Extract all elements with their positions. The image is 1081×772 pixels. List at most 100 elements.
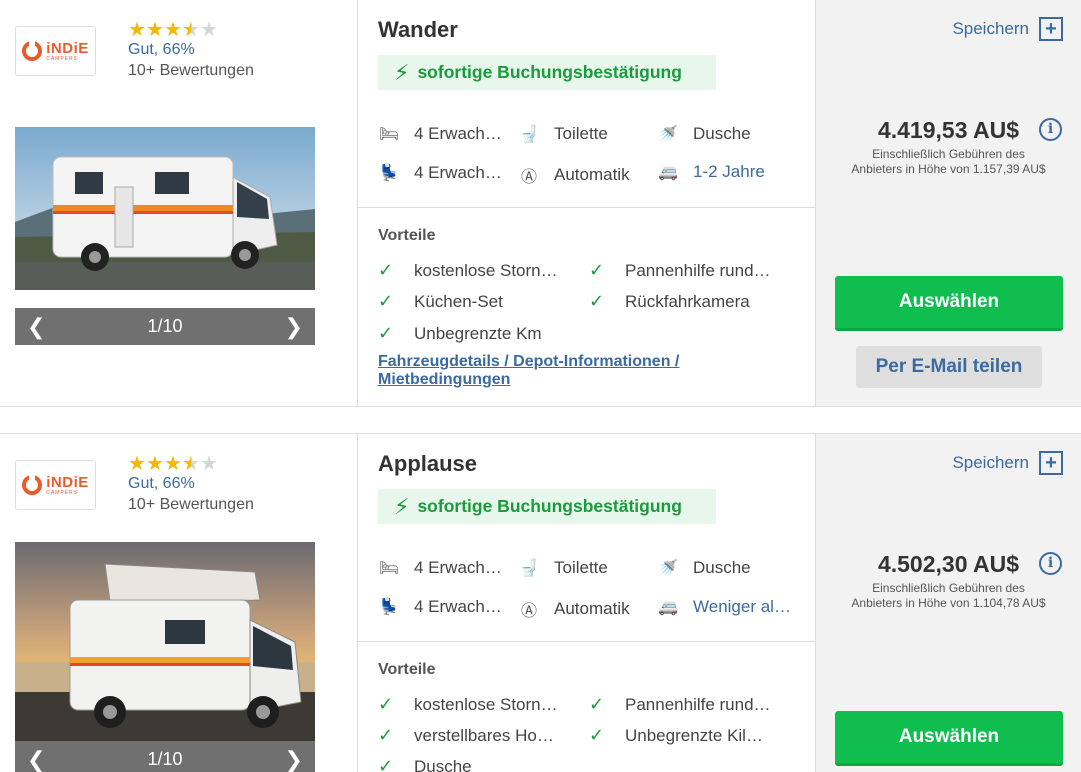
toilet-icon: 🚽 bbox=[519, 126, 539, 143]
advantage-item: ✓ Pannenhilfe rund… bbox=[589, 694, 771, 714]
chevron-left-icon[interactable]: ❮ bbox=[27, 314, 45, 340]
fee-note: Einschließlich Gebühren des Anbieters in… bbox=[851, 147, 1046, 176]
check-icon: ✓ bbox=[378, 725, 394, 745]
advantage-item: ✓ Unbegrenzte Kil… bbox=[589, 725, 763, 745]
feature-shower: 🚿 Dusche bbox=[658, 124, 751, 143]
vendor-logo-text: iNDiE bbox=[46, 473, 89, 491]
vehicle-photo[interactable] bbox=[15, 127, 315, 290]
card-gap bbox=[0, 407, 1081, 433]
vendor-logo: iNDiE CAMPERS bbox=[15, 26, 96, 76]
vehicle-details-link[interactable]: Fahrzeugdetails / Depot-Informationen / … bbox=[378, 353, 738, 389]
vendor-logo-text: iNDiE bbox=[46, 39, 89, 57]
seat-icon: 💺 bbox=[379, 165, 399, 182]
listing-card: iNDiE CAMPERS ★★★★★ Gut, 66% 10+ Bewertu… bbox=[0, 0, 1081, 407]
listing-details-column: Wander ⚡ sofortige Buchungsbestätigung 🛏… bbox=[357, 0, 817, 406]
rating-stars: ★★★★★ bbox=[128, 454, 218, 474]
advantage-item: ✓ Rückfahrkamera bbox=[589, 291, 750, 311]
rating-label: Gut, 66% bbox=[128, 475, 195, 492]
instant-booking-label: sofortige Buchungsbestätigung bbox=[417, 62, 682, 82]
listing-price-column: Speichern + 4.502,30 AU$ i Einschließlic… bbox=[816, 434, 1081, 772]
reviews-count: 10+ Bewertungen bbox=[128, 496, 254, 513]
feature-toilet: 🚽 Toilette bbox=[519, 124, 608, 143]
save-label: Speichern bbox=[952, 453, 1029, 472]
star-empty-icon: ★ bbox=[200, 453, 218, 475]
vehicle-name: Wander bbox=[378, 17, 458, 42]
camper-age-icon: 🚐 bbox=[658, 164, 678, 181]
star-half-icon: ★ bbox=[182, 453, 200, 475]
check-icon: ✓ bbox=[378, 323, 394, 343]
feature-vehicle-age[interactable]: 🚐 1-2 Jahre bbox=[657, 162, 765, 182]
divider bbox=[358, 207, 817, 208]
vendor-logo-subtext: CAMPERS bbox=[46, 489, 78, 496]
add-to-list-icon: + bbox=[1039, 451, 1063, 475]
listing-price-column: Speichern + 4.419,53 AU$ i Einschließlic… bbox=[816, 0, 1081, 406]
toilet-icon: 🚽 bbox=[519, 560, 539, 577]
select-button[interactable]: Auswählen bbox=[835, 276, 1063, 331]
advantages-title: Vorteile bbox=[378, 661, 436, 678]
star-full-icon: ★ bbox=[164, 19, 182, 41]
listing-media-column: iNDiE CAMPERS ★★★★★ Gut, 66% 10+ Bewertu… bbox=[0, 0, 357, 406]
star-full-icon: ★ bbox=[128, 453, 146, 475]
feature-transmission: Ⓐ Automatik bbox=[518, 163, 630, 187]
bed-icon: 🛏 bbox=[378, 126, 400, 143]
feature-shower: 🚿 Dusche bbox=[658, 558, 751, 577]
add-to-list-icon: + bbox=[1039, 17, 1063, 41]
check-icon: ✓ bbox=[378, 756, 394, 772]
star-full-icon: ★ bbox=[146, 19, 164, 41]
save-button[interactable]: Speichern + bbox=[952, 17, 1063, 41]
feature-beds: 🛏 4 Erwach… bbox=[378, 558, 502, 577]
feature-vehicle-age[interactable]: 🚐 Weniger al… bbox=[657, 597, 791, 617]
fee-note: Einschließlich Gebühren des Anbieters in… bbox=[851, 581, 1046, 610]
check-icon: ✓ bbox=[378, 291, 394, 311]
star-full-icon: ★ bbox=[146, 453, 164, 475]
check-icon: ✓ bbox=[589, 291, 605, 311]
vendor-logo: iNDiE CAMPERS bbox=[15, 460, 96, 510]
vehicle-name: Applause bbox=[378, 451, 478, 476]
select-button[interactable]: Auswählen bbox=[835, 711, 1063, 766]
indie-logo-icon bbox=[22, 473, 43, 495]
shower-icon: 🚿 bbox=[658, 560, 678, 577]
automatic-icon: Ⓐ bbox=[520, 603, 537, 620]
chevron-left-icon[interactable]: ❮ bbox=[27, 747, 45, 772]
advantage-item: ✓ kostenlose Storn… bbox=[378, 694, 558, 714]
advantage-item: ✓ Pannenhilfe rund… bbox=[589, 260, 771, 280]
check-icon: ✓ bbox=[589, 725, 605, 745]
star-full-icon: ★ bbox=[128, 19, 146, 41]
advantage-item: ✓ verstellbares Ho… bbox=[378, 725, 554, 745]
save-button[interactable]: Speichern + bbox=[952, 451, 1063, 475]
indie-logo-icon bbox=[22, 39, 43, 61]
vehicle-photo[interactable] bbox=[15, 542, 315, 742]
share-email-button[interactable]: Per E-Mail teilen bbox=[856, 346, 1042, 388]
feature-seats: 💺 4 Erwach… bbox=[379, 597, 502, 616]
listing-media-column: iNDiE CAMPERS ★★★★★ Gut, 66% 10+ Bewertu… bbox=[0, 434, 357, 772]
info-icon[interactable]: i bbox=[1039, 118, 1062, 141]
advantage-item: ✓ Unbegrenzte Km bbox=[378, 323, 542, 343]
lightning-icon: ⚡ bbox=[394, 493, 410, 519]
star-half-icon: ★ bbox=[182, 19, 200, 41]
instant-booking-badge: ⚡ sofortige Buchungsbestätigung bbox=[378, 489, 716, 524]
check-icon: ✓ bbox=[589, 694, 605, 714]
vendor-logo-subtext: CAMPERS bbox=[46, 55, 78, 62]
instant-booking-label: sofortige Buchungsbestätigung bbox=[417, 496, 682, 516]
camper-age-icon: 🚐 bbox=[658, 599, 678, 616]
check-icon: ✓ bbox=[378, 260, 394, 280]
feature-seats: 💺 4 Erwach… bbox=[379, 163, 502, 182]
chevron-right-icon[interactable]: ❯ bbox=[285, 747, 303, 772]
feature-transmission: Ⓐ Automatik bbox=[518, 597, 630, 621]
bed-icon: 🛏 bbox=[378, 560, 400, 577]
check-icon: ✓ bbox=[378, 694, 394, 714]
advantage-item: ✓ Küchen-Set bbox=[378, 291, 503, 311]
photo-carousel: ❮ 1/10 ❯ bbox=[15, 741, 315, 772]
listing-card: iNDiE CAMPERS ★★★★★ Gut, 66% 10+ Bewertu… bbox=[0, 433, 1081, 772]
photo-carousel: ❮ 1/10 ❯ bbox=[15, 308, 315, 345]
feature-beds: 🛏 4 Erwach… bbox=[378, 124, 502, 143]
instant-booking-badge: ⚡ sofortige Buchungsbestätigung bbox=[378, 55, 716, 90]
chevron-right-icon[interactable]: ❯ bbox=[285, 314, 303, 340]
listing-details-column: Applause ⚡ sofortige Buchungsbestätigung… bbox=[357, 434, 817, 772]
info-icon[interactable]: i bbox=[1039, 552, 1062, 575]
seat-icon: 💺 bbox=[379, 599, 399, 616]
star-empty-icon: ★ bbox=[200, 19, 218, 41]
advantage-item: ✓ Dusche bbox=[378, 756, 472, 772]
star-full-icon: ★ bbox=[164, 453, 182, 475]
reviews-count: 10+ Bewertungen bbox=[128, 62, 254, 79]
